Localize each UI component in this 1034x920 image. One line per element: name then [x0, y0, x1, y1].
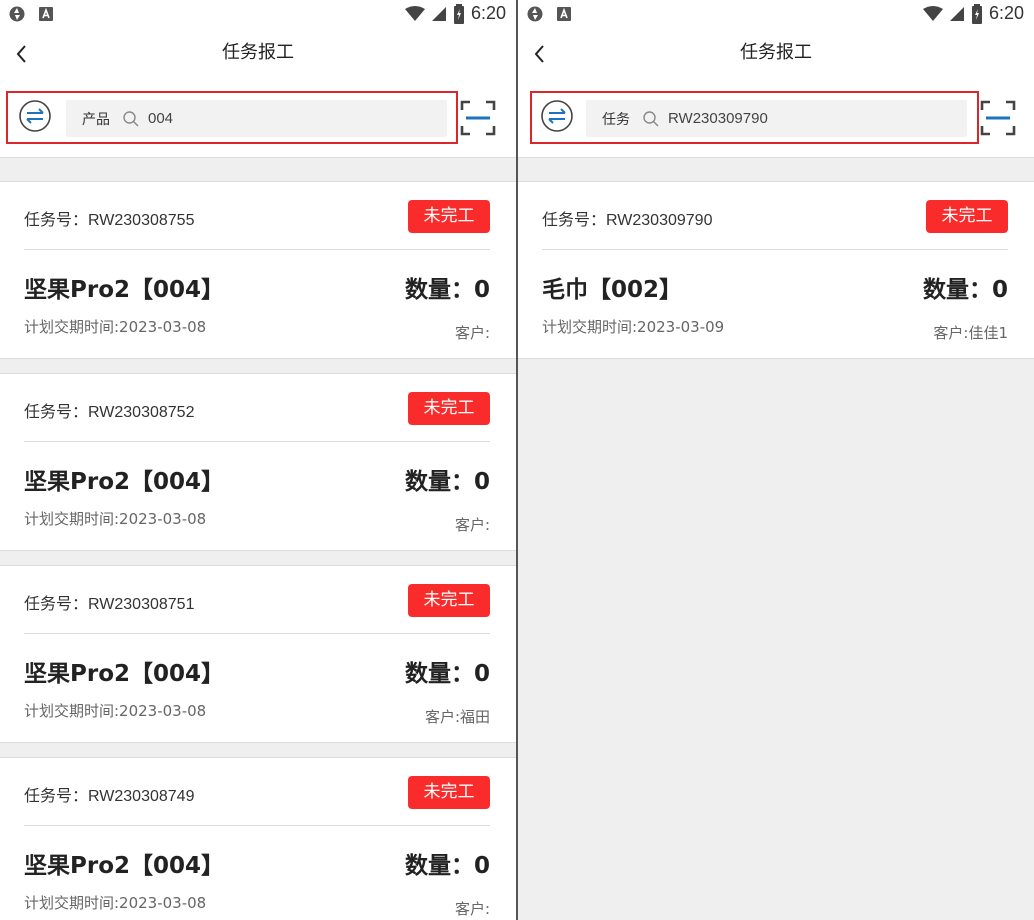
task-number: 任务号：RW230309790 — [542, 210, 713, 229]
divider — [24, 633, 490, 634]
switch-search-mode-icon[interactable] — [18, 99, 52, 133]
product-name: 坚果Pro2【004】 — [24, 853, 225, 879]
product-name: 毛巾【002】 — [542, 277, 683, 303]
customer: 客户:福田 — [424, 708, 490, 726]
plan-date: 计划交期时间:2023-03-08 — [24, 318, 207, 336]
search-mode-label[interactable]: 任务 — [602, 109, 630, 129]
wifi-icon — [922, 5, 943, 21]
divider — [24, 249, 490, 250]
status-badge: 未完工 — [408, 584, 490, 617]
status-badge: 未完工 — [408, 392, 490, 425]
task-list: 任务号：RW230308755 未完工 坚果Pro2【004】 数量：0 计划交… — [0, 181, 516, 920]
search-icon — [643, 110, 659, 126]
status-badge: 未完工 — [408, 776, 490, 809]
task-card[interactable]: 任务号：RW230309790 未完工 毛巾【002】 数量：0 计划交期时间:… — [518, 181, 1034, 359]
status-badge: 未完工 — [408, 200, 490, 233]
task-number: 任务号：RW230308749 — [24, 786, 195, 805]
wifi-icon — [404, 5, 425, 21]
task-card[interactable]: 任务号：RW230308752 未完工 坚果Pro2【004】 数量：0 计划交… — [0, 373, 516, 551]
scan-icon[interactable] — [460, 100, 496, 136]
divider — [24, 441, 490, 442]
status-time: 6:20 — [988, 3, 1024, 23]
task-card[interactable]: 任务号：RW230308749 未完工 坚果Pro2【004】 数量：0 计划交… — [0, 757, 516, 920]
product-name: 坚果Pro2【004】 — [24, 277, 225, 303]
divider — [24, 825, 490, 826]
switch-search-mode-icon[interactable] — [540, 99, 574, 133]
quantity: 数量：0 — [404, 661, 490, 687]
plan-date: 计划交期时间:2023-03-09 — [542, 318, 725, 336]
right-screen: 6:20 任务报工 任务 RW230309790 任务号：RW230309790 — [516, 0, 1034, 920]
plan-date: 计划交期时间:2023-03-08 — [24, 510, 207, 528]
status-time: 6:20 — [470, 3, 506, 23]
task-number: 任务号：RW230308755 — [24, 210, 195, 229]
settings-status-icon — [9, 6, 25, 22]
task-number: 任务号：RW230308751 — [24, 594, 195, 613]
title-bar: 任务报工 — [518, 28, 1034, 80]
search-input[interactable]: 任务 RW230309790 — [586, 100, 967, 137]
customer: 客户: — [454, 516, 490, 534]
sim-a-icon — [39, 7, 53, 21]
quantity: 数量：0 — [404, 853, 490, 879]
task-number: 任务号：RW230308752 — [24, 402, 195, 421]
sim-a-icon — [557, 7, 571, 21]
search-value[interactable]: RW230309790 — [668, 110, 768, 127]
task-card[interactable]: 任务号：RW230308751 未完工 坚果Pro2【004】 数量：0 计划交… — [0, 565, 516, 743]
signal-icon — [949, 6, 964, 21]
product-name: 坚果Pro2【004】 — [24, 469, 225, 495]
status-bar: 6:20 — [518, 0, 1034, 28]
status-bar: 6:20 — [0, 0, 516, 28]
page-title: 任务报工 — [740, 42, 812, 63]
signal-icon — [431, 6, 446, 21]
customer: 客户: — [454, 900, 490, 918]
title-bar: 任务报工 — [0, 28, 516, 80]
search-value[interactable]: 004 — [148, 110, 173, 127]
quantity: 数量：0 — [922, 277, 1008, 303]
plan-date: 计划交期时间:2023-03-08 — [24, 702, 207, 720]
quantity: 数量：0 — [404, 469, 490, 495]
product-name: 坚果Pro2【004】 — [24, 661, 225, 687]
settings-status-icon — [527, 6, 543, 22]
scan-icon[interactable] — [980, 100, 1016, 136]
plan-date: 计划交期时间:2023-03-08 — [24, 894, 207, 912]
search-icon — [123, 110, 139, 126]
divider — [542, 249, 1008, 250]
status-badge: 未完工 — [926, 200, 1008, 233]
task-list: 任务号：RW230309790 未完工 毛巾【002】 数量：0 计划交期时间:… — [518, 181, 1034, 920]
left-screen: 6:20 任务报工 产品 004 任务号：RW230308755 未完工 坚果P… — [0, 0, 516, 920]
customer: 客户: — [454, 324, 490, 342]
battery-icon — [971, 3, 982, 24]
quantity: 数量：0 — [404, 277, 490, 303]
task-card[interactable]: 任务号：RW230308755 未完工 坚果Pro2【004】 数量：0 计划交… — [0, 181, 516, 359]
customer: 客户:佳佳1 — [933, 324, 1008, 342]
search-input[interactable]: 产品 004 — [66, 100, 447, 137]
search-mode-label[interactable]: 产品 — [82, 109, 110, 129]
battery-icon — [453, 3, 464, 24]
page-title: 任务报工 — [222, 42, 294, 63]
